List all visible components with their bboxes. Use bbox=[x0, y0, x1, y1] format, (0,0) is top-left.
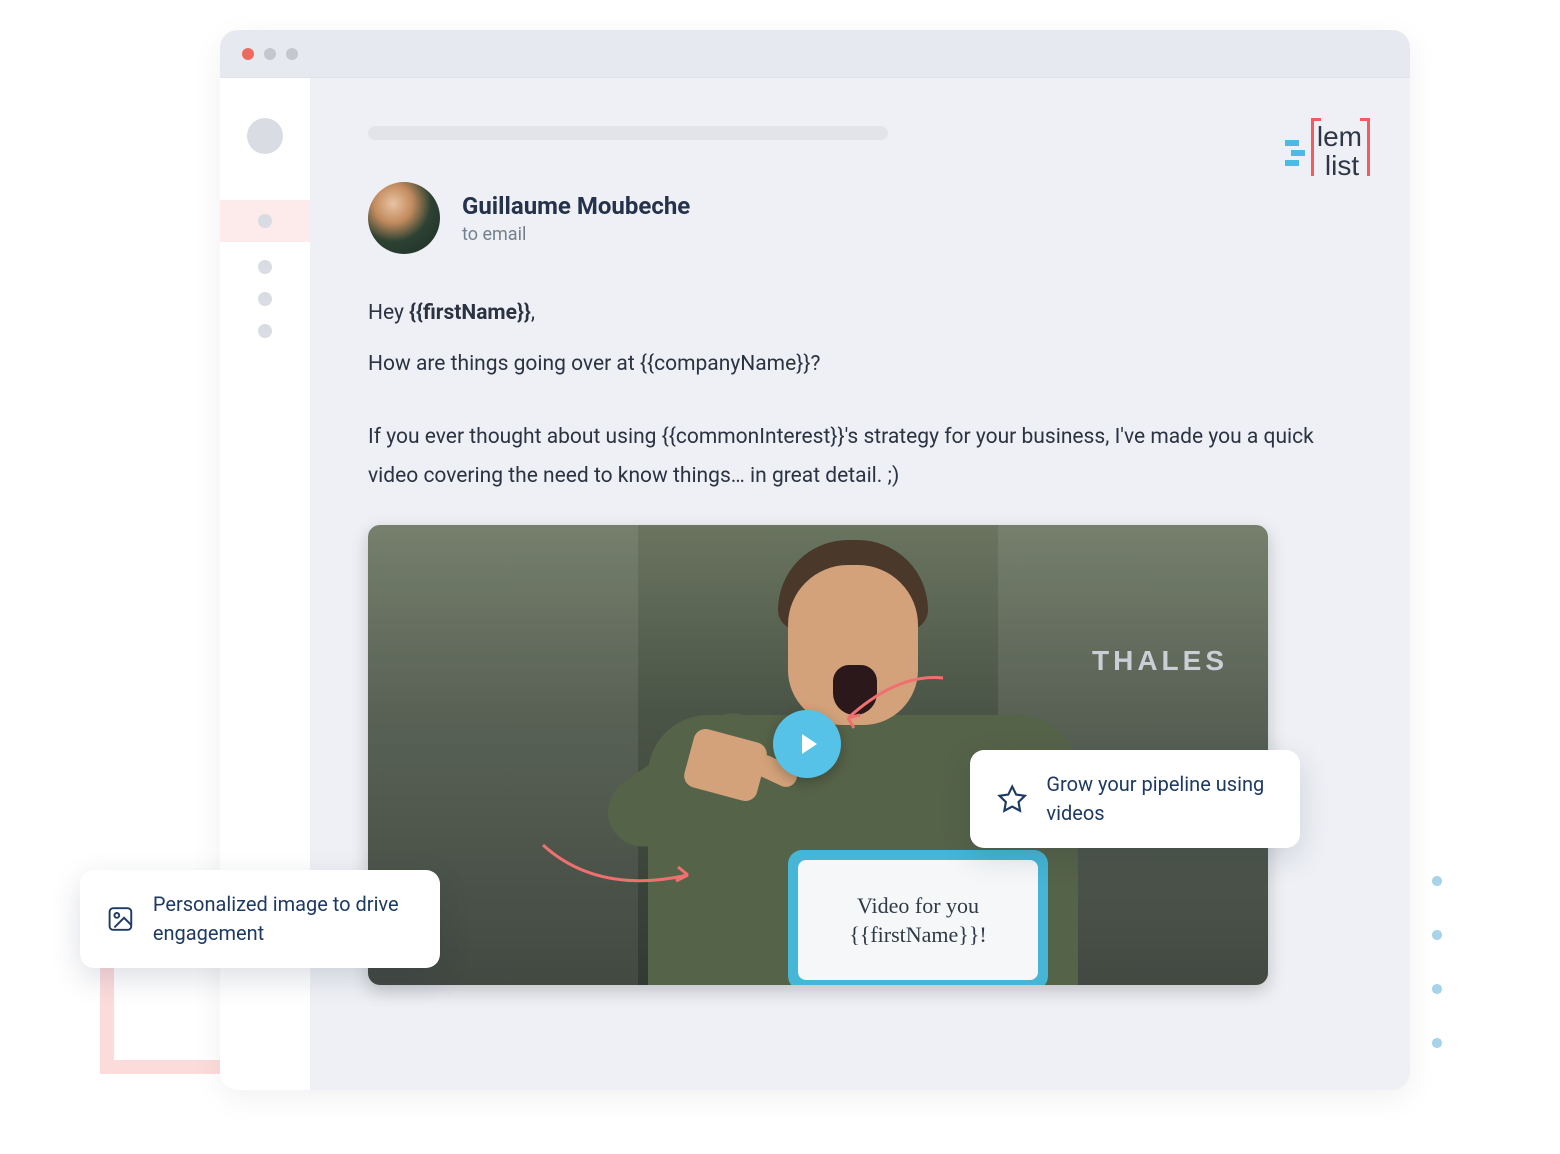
logo-line2: list bbox=[1325, 151, 1362, 180]
email-body: Hey {{firstName}}, How are things going … bbox=[368, 294, 1352, 495]
sender-name: Guillaume Moubeche bbox=[462, 192, 690, 220]
image-icon bbox=[106, 899, 135, 939]
sender-row: Guillaume Moubeche to email bbox=[368, 182, 1352, 254]
greeting-prefix: Hey bbox=[368, 301, 409, 325]
email-preview: lem list Guillaume Moubeche to email Hey… bbox=[310, 78, 1410, 1090]
sidebar-item[interactable] bbox=[258, 324, 272, 338]
line2-prefix: If you ever thought about using bbox=[368, 425, 662, 449]
greeting-variable: {{firstName}} bbox=[409, 301, 531, 325]
sidebar-avatar[interactable] bbox=[247, 118, 283, 154]
line1-suffix: ? bbox=[810, 352, 820, 376]
greeting-suffix: , bbox=[531, 301, 535, 325]
callout-grow-pipeline: Grow your pipeline using videos bbox=[970, 750, 1300, 848]
sidebar-item[interactable] bbox=[258, 260, 272, 274]
sidebar-item[interactable] bbox=[258, 292, 272, 306]
minimize-dot-icon bbox=[264, 48, 276, 60]
line1-variable: {{companyName}} bbox=[640, 352, 811, 376]
sender-to: to email bbox=[462, 224, 690, 245]
line1-prefix: How are things going over at bbox=[368, 352, 640, 376]
logo-line1: lem bbox=[1317, 122, 1362, 151]
board-line1: Video for you bbox=[857, 891, 979, 921]
star-icon bbox=[996, 779, 1028, 819]
callout-right-text: Grow your pipeline using videos bbox=[1046, 770, 1274, 828]
callout-personalized-image: Personalized image to drive engagement bbox=[80, 870, 440, 968]
board-line2: {{firstName}}! bbox=[849, 920, 987, 950]
close-dot-icon[interactable] bbox=[242, 48, 254, 60]
brand-logo: lem list bbox=[1285, 122, 1362, 181]
whiteboard: Video for you {{firstName}}! bbox=[788, 850, 1048, 985]
arrow-to-board-icon bbox=[538, 835, 698, 905]
callout-left-text: Personalized image to drive engagement bbox=[153, 890, 414, 948]
arrow-to-play-icon bbox=[838, 673, 948, 733]
sender-avatar[interactable] bbox=[368, 182, 440, 254]
sidebar-item-active[interactable] bbox=[220, 200, 310, 242]
subject-placeholder bbox=[368, 126, 888, 140]
line2-variable: {{commonInterest}} bbox=[662, 425, 845, 449]
window-titlebar bbox=[220, 30, 1410, 78]
maximize-dot-icon bbox=[286, 48, 298, 60]
play-button-icon[interactable] bbox=[773, 710, 841, 778]
